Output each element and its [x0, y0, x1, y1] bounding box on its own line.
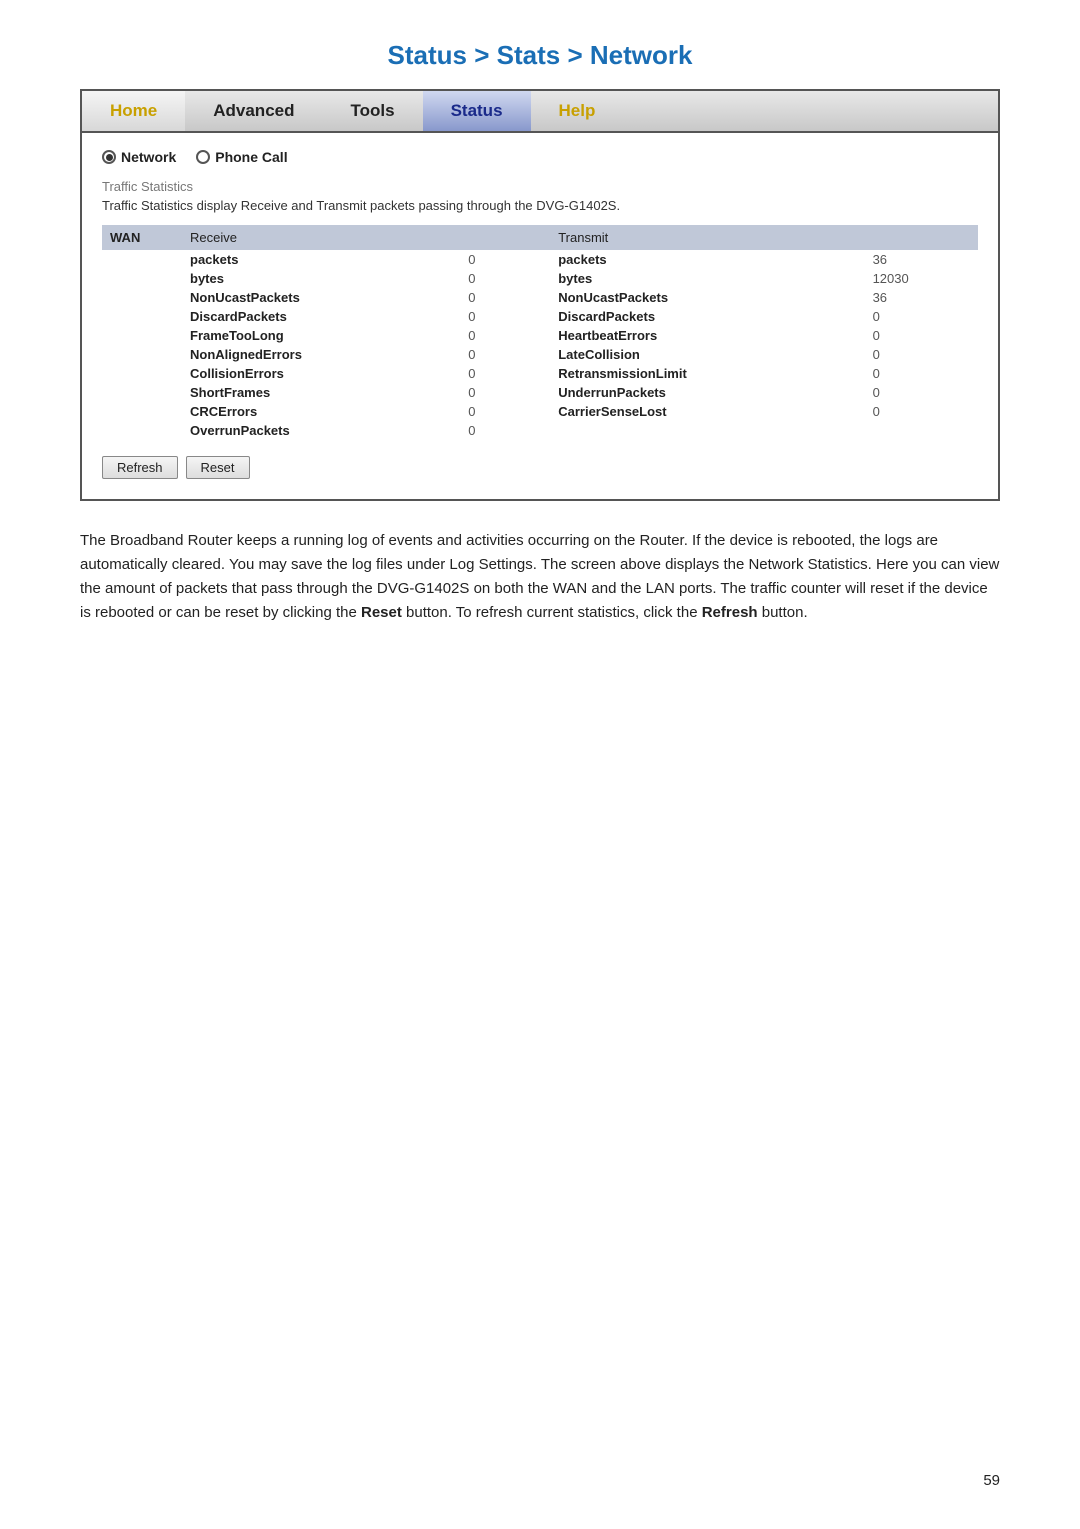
- table-row: OverrunPackets0: [102, 421, 978, 440]
- rx-value: 0: [460, 421, 520, 440]
- rx-label: CRCErrors: [182, 402, 460, 421]
- rx-value: 0: [460, 326, 520, 345]
- radio-phone-text: Phone Call: [215, 149, 287, 165]
- wan-cell: [102, 402, 182, 421]
- col-transmit: Transmit: [550, 225, 864, 250]
- rx-label: packets: [182, 250, 460, 269]
- rx-label: DiscardPackets: [182, 307, 460, 326]
- col-transmit-val: [865, 225, 978, 250]
- nav-advanced[interactable]: Advanced: [185, 91, 322, 131]
- tx-value: 0: [865, 383, 978, 402]
- router-panel: Home Advanced Tools Status Help Network …: [80, 89, 1000, 501]
- rx-value: 0: [460, 364, 520, 383]
- tx-value: 0: [865, 364, 978, 383]
- rx-value: 0: [460, 383, 520, 402]
- rx-label: FrameTooLong: [182, 326, 460, 345]
- page-number: 59: [983, 1472, 1000, 1489]
- radio-network-dot[interactable]: [102, 150, 116, 164]
- tx-value: 0: [865, 307, 978, 326]
- tx-value: 36: [865, 288, 978, 307]
- rx-label: CollisionErrors: [182, 364, 460, 383]
- wan-cell: [102, 307, 182, 326]
- radio-network-label[interactable]: Network: [102, 149, 176, 165]
- rx-label: ShortFrames: [182, 383, 460, 402]
- rx-value: 0: [460, 269, 520, 288]
- rx-label: NonUcastPackets: [182, 288, 460, 307]
- tx-label: bytes: [550, 269, 864, 288]
- nav-help[interactable]: Help: [531, 91, 624, 131]
- radio-network-text: Network: [121, 149, 176, 165]
- table-row: FrameTooLong0HeartbeatErrors0: [102, 326, 978, 345]
- reset-button[interactable]: Reset: [186, 456, 250, 479]
- traffic-desc: Traffic Statistics display Receive and T…: [102, 198, 978, 213]
- rx-value: 0: [460, 250, 520, 269]
- rx-value: 0: [460, 402, 520, 421]
- tx-label: UnderrunPackets: [550, 383, 864, 402]
- page-title: Status > Stats > Network: [80, 40, 1000, 71]
- col-receive: Receive: [182, 225, 460, 250]
- table-row: CollisionErrors0RetransmissionLimit0: [102, 364, 978, 383]
- refresh-button[interactable]: Refresh: [102, 456, 178, 479]
- rx-label: NonAlignedErrors: [182, 345, 460, 364]
- wan-cell: [102, 421, 182, 440]
- tx-label: packets: [550, 250, 864, 269]
- radio-phone-label[interactable]: Phone Call: [196, 149, 287, 165]
- traffic-section: Traffic Statistics Traffic Statistics di…: [102, 179, 978, 213]
- rx-value: 0: [460, 288, 520, 307]
- tx-label: HeartbeatErrors: [550, 326, 864, 345]
- nav-status[interactable]: Status: [423, 91, 531, 131]
- rx-label: OverrunPackets: [182, 421, 460, 440]
- col-receive-val: [460, 225, 520, 250]
- wan-cell: [102, 288, 182, 307]
- button-row: Refresh Reset: [102, 456, 978, 479]
- nav-bar: Home Advanced Tools Status Help: [82, 91, 998, 133]
- tx-value: 0: [865, 402, 978, 421]
- radio-group: Network Phone Call: [102, 149, 978, 165]
- table-row: NonUcastPackets0NonUcastPackets36: [102, 288, 978, 307]
- wan-cell: [102, 326, 182, 345]
- traffic-title: Traffic Statistics: [102, 179, 978, 194]
- nav-tools[interactable]: Tools: [322, 91, 422, 131]
- tx-label: NonUcastPackets: [550, 288, 864, 307]
- tx-value: 12030: [865, 269, 978, 288]
- col-wan: WAN: [102, 225, 182, 250]
- tx-label: LateCollision: [550, 345, 864, 364]
- tx-value: [865, 421, 978, 440]
- tx-label: RetransmissionLimit: [550, 364, 864, 383]
- tx-value: 36: [865, 250, 978, 269]
- tx-value: 0: [865, 345, 978, 364]
- wan-cell: [102, 383, 182, 402]
- tx-label: [550, 421, 864, 440]
- table-row: NonAlignedErrors0LateCollision0: [102, 345, 978, 364]
- tx-label: CarrierSenseLost: [550, 402, 864, 421]
- table-row: bytes0bytes12030: [102, 269, 978, 288]
- wan-cell: [102, 250, 182, 269]
- radio-phone-dot[interactable]: [196, 150, 210, 164]
- panel-content: Network Phone Call Traffic Statistics Tr…: [82, 133, 998, 499]
- table-row: ShortFrames0UnderrunPackets0: [102, 383, 978, 402]
- wan-cell: [102, 364, 182, 383]
- table-row: DiscardPackets0DiscardPackets0: [102, 307, 978, 326]
- rx-value: 0: [460, 307, 520, 326]
- rx-value: 0: [460, 345, 520, 364]
- nav-home[interactable]: Home: [82, 91, 185, 131]
- tx-value: 0: [865, 326, 978, 345]
- stats-table: WAN Receive Transmit packets0packets36by…: [102, 225, 978, 440]
- wan-cell: [102, 269, 182, 288]
- rx-label: bytes: [182, 269, 460, 288]
- description-text: The Broadband Router keeps a running log…: [80, 529, 1000, 625]
- wan-cell: [102, 345, 182, 364]
- table-row: CRCErrors0CarrierSenseLost0: [102, 402, 978, 421]
- table-row: packets0packets36: [102, 250, 978, 269]
- tx-label: DiscardPackets: [550, 307, 864, 326]
